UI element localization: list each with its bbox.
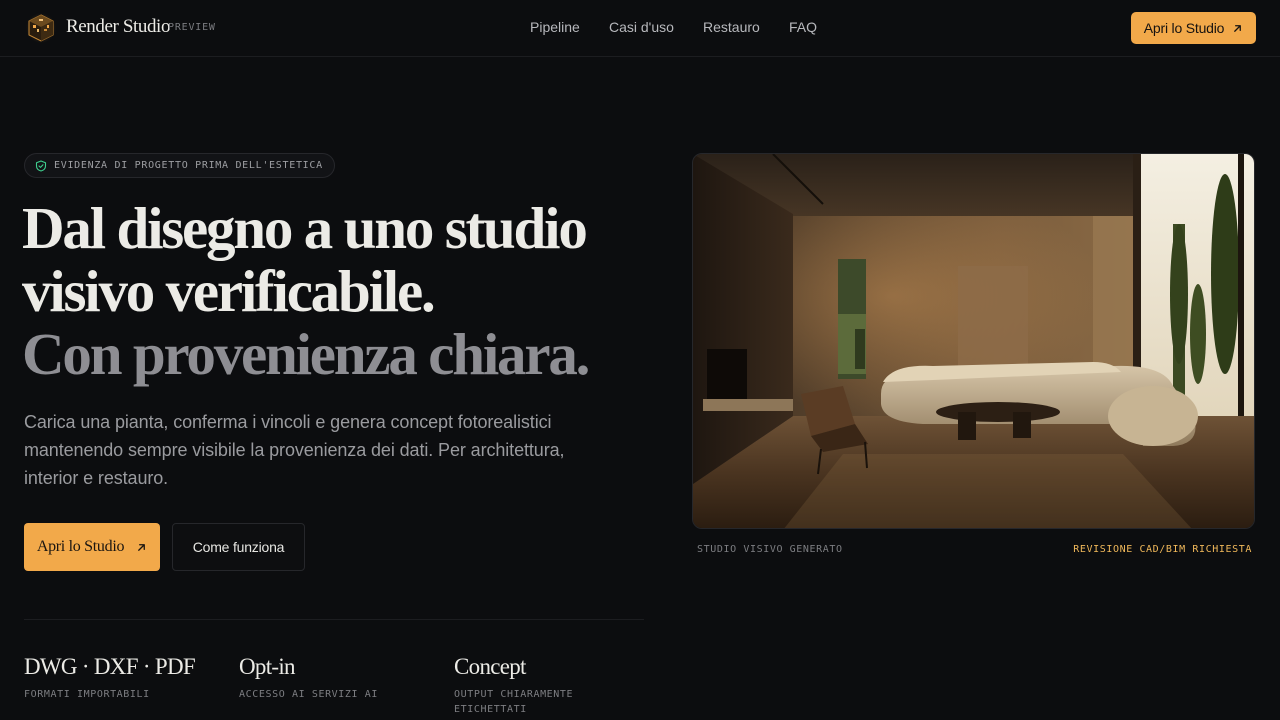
how-it-works-label: Come funziona — [192, 539, 285, 555]
hero-headline-line2: Con provenienza chiara. — [22, 321, 590, 387]
stat-formats: DWG · DXF · PDF FORMATI IMPORTABILI — [24, 654, 224, 702]
stat-formats-value: DWG · DXF · PDF — [24, 654, 196, 679]
render-caption: STUDIO VISIVO GENERATO — [697, 544, 843, 555]
shield-check-icon — [35, 159, 47, 172]
open-studio-nav-label: Apri lo Studio — [1143, 20, 1225, 36]
brand-name[interactable]: Render Studio — [66, 16, 170, 38]
stat-concept-label: OUTPUT CHIARAMENTE ETICHETTATI — [454, 689, 574, 715]
how-it-works-button[interactable]: Come funziona — [172, 523, 305, 571]
top-navigation: Render Studio PREVIEW Pipeline Casi d'us… — [0, 0, 1280, 57]
evidence-badge: EVIDENZA DI PROGETTO PRIMA DELL'ESTETICA — [24, 153, 335, 178]
hero-headline-line1: Dal disegno a uno studio visivo verifica… — [22, 195, 588, 324]
stat-opt-in-value: Opt-in — [239, 654, 296, 679]
stat-concept-value: Concept — [454, 654, 526, 679]
stat-formats-label: FORMATI IMPORTABILI — [24, 689, 150, 700]
open-studio-label: Apri lo Studio — [36, 538, 125, 555]
stat-opt-in: Opt-in ACCESSO AI SERVIZI AI — [239, 654, 439, 702]
stat-concept: Concept OUTPUT CHIARAMENTE ETICHETTATI — [454, 654, 654, 717]
stat-opt-in-label: ACCESSO AI SERVIZI AI — [239, 689, 379, 700]
generated-render-image — [692, 153, 1255, 529]
nav-link-use-cases[interactable]: Casi d'uso — [609, 19, 674, 35]
cad-bim-review-note: REVISIONE CAD/BIM RICHIESTA — [1073, 544, 1252, 555]
arrow-up-right-icon — [1234, 24, 1242, 32]
preview-tag: PREVIEW — [168, 22, 216, 33]
nav-link-pipeline[interactable]: Pipeline — [530, 19, 580, 35]
arrow-up-right-icon — [138, 543, 146, 551]
cube-logo-icon[interactable] — [26, 12, 56, 44]
section-divider — [24, 619, 644, 620]
open-studio-button[interactable]: Apri lo Studio — [24, 523, 160, 571]
nav-link-faq[interactable]: FAQ — [789, 19, 817, 35]
evidence-badge-label: EVIDENZA DI PROGETTO PRIMA DELL'ESTETICA — [54, 160, 323, 171]
nav-link-restoration[interactable]: Restauro — [703, 19, 760, 35]
open-studio-nav-button[interactable]: Apri lo Studio — [1131, 12, 1256, 44]
hero-description: Carica una pianta, conferma i vincoli e … — [24, 412, 565, 488]
hero-headline: Dal disegno a uno studio visivo verifica… — [22, 197, 682, 386]
